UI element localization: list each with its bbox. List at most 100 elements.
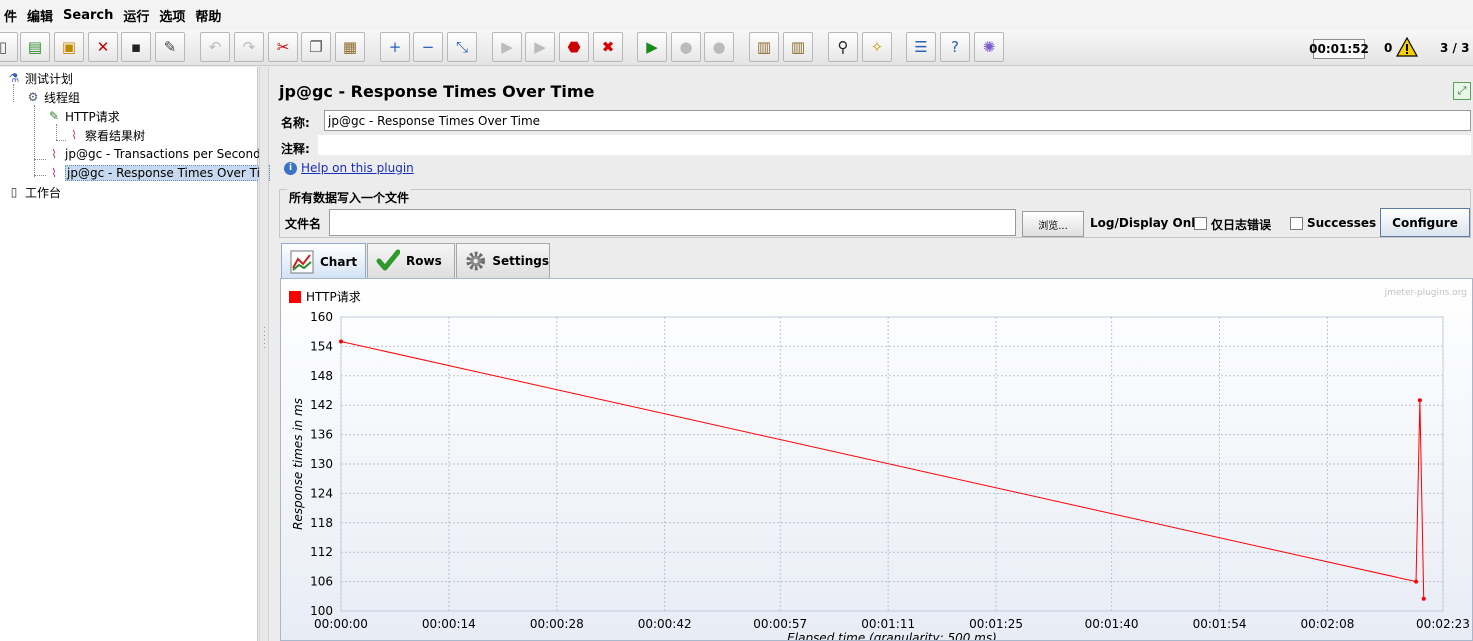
graph-icon: ⌇	[51, 147, 57, 161]
graph-icon: ⌇	[71, 128, 77, 142]
browse-button[interactable]: 浏览...	[1022, 211, 1084, 237]
legend-swatch	[289, 291, 301, 303]
clear-all-icon[interactable]: ▥	[783, 32, 813, 62]
legend-label: HTTP请求	[306, 290, 361, 304]
x-tick-label: 00:00:42	[638, 617, 692, 631]
gear-icon	[466, 251, 486, 271]
plugins-manager-icon[interactable]: ✺	[974, 32, 1004, 62]
tab-rows[interactable]: Rows	[367, 243, 455, 278]
tree-item-view-results-tree[interactable]: ⌇ 察看结果树	[66, 126, 145, 144]
chart-svg: 100 106 112 118 124 130 136 142 148 154 160 00:00:0…	[289, 288, 1470, 641]
remote-shutdown-icon[interactable]: ●	[704, 32, 734, 62]
menu-search[interactable]: Search	[57, 8, 119, 23]
y-tick-label: 106	[310, 575, 333, 589]
tree-item-label: 线程组	[44, 90, 81, 105]
warning-icon[interactable]	[1396, 37, 1418, 57]
close-icon[interactable]: ✕	[88, 32, 118, 62]
clear-icon[interactable]: ▥	[749, 32, 779, 62]
copy-icon[interactable]: ❐	[301, 32, 331, 62]
x-tick-label: 00:02:08	[1300, 617, 1354, 631]
filename-input[interactable]	[329, 209, 1016, 236]
redo-icon[interactable]: ↷	[234, 32, 264, 62]
tree-item-workbench[interactable]: ▯ 工作台	[6, 183, 61, 201]
menu-edit[interactable]: 编辑	[21, 6, 59, 25]
filename-label: 文件名	[285, 217, 322, 231]
start-no-pause-icon[interactable]: ▶	[525, 32, 555, 62]
tab-settings[interactable]: Settings	[456, 243, 550, 278]
comment-input[interactable]	[318, 135, 1471, 155]
tab-label: Settings	[492, 254, 549, 268]
templates-icon[interactable]: ▤	[20, 32, 50, 62]
menu-run[interactable]: 运行	[117, 6, 155, 25]
tree-item-test-plan[interactable]: ⚗ 测试计划	[6, 69, 73, 87]
menu-options[interactable]: 选项	[153, 6, 191, 25]
elapsed-timer: 00:01:52	[1309, 39, 1369, 59]
remote-stop-icon[interactable]: ●	[671, 32, 701, 62]
collapse-icon[interactable]: −	[413, 32, 443, 62]
data-point	[1414, 579, 1419, 584]
x-tick-label: 00:00:57	[753, 617, 807, 631]
x-tick-label: 00:01:11	[861, 617, 915, 631]
start-icon[interactable]: ▶	[492, 32, 522, 62]
errors-only-checkbox[interactable]	[1194, 217, 1207, 230]
new-icon[interactable]: ▯	[0, 32, 18, 62]
tree-item-label: jp@gc - Transactions per Second	[65, 147, 261, 161]
undo-icon[interactable]: ↶	[200, 32, 230, 62]
tree-item-response-times-over-time[interactable]: ⌇ jp@gc - Response Times Over Tin	[46, 164, 270, 182]
tab-chart[interactable]: Chart	[281, 243, 366, 279]
errors-only-label: 仅日志错误	[1211, 218, 1272, 232]
tree-item-label: jp@gc - Response Times Over Tin	[65, 165, 270, 181]
flask-icon: ⚗	[8, 71, 20, 85]
data-point	[1417, 398, 1422, 403]
configure-button[interactable]: Configure	[1380, 208, 1470, 237]
x-tick-label: 00:01:25	[969, 617, 1023, 631]
page-title: jp@gc - Response Times Over Time	[279, 82, 595, 101]
x-tick-label: 00:00:28	[530, 617, 584, 631]
function-helper-icon[interactable]: ☰	[906, 32, 936, 62]
menu-file[interactable]: 件	[0, 6, 23, 25]
response-times-chart: 100 106 112 118 124 130 136 142 148 154 160 00:00:0…	[280, 278, 1473, 641]
y-tick-label: 112	[310, 545, 333, 559]
comment-row: 注释:	[278, 135, 1471, 156]
data-point	[1421, 596, 1426, 601]
tree-item-transactions-per-second[interactable]: ⌇ jp@gc - Transactions per Second	[46, 145, 261, 163]
series-line	[340, 341, 1425, 599]
successes-checkbox[interactable]	[1290, 217, 1303, 230]
help-row: i Help on this plugin	[284, 161, 414, 175]
y-tick-label: 130	[310, 457, 333, 471]
help-link[interactable]: Help on this plugin	[301, 161, 414, 175]
maximize-icon[interactable]: ⤢	[1453, 82, 1471, 100]
error-count: 0	[1384, 41, 1393, 55]
y-tick-label: 136	[310, 428, 333, 442]
y-axis-label: Response times in ms	[291, 398, 305, 530]
x-tick-label: 00:00:14	[422, 617, 476, 631]
chart-icon	[290, 250, 314, 273]
toggle-icon[interactable]: ⤡	[447, 32, 477, 62]
test-plan-tree: ⚗ 测试计划 ⚙ 线程组 ✎ HTTP请求 ⌇ 察看结果树 ⌇ jp@gc - …	[0, 67, 270, 641]
file-section-title: 所有数据写入一个文件	[287, 189, 412, 206]
shutdown-icon[interactable]: ✖	[593, 32, 623, 62]
remote-start-icon[interactable]: ▶	[637, 32, 667, 62]
tree-item-http-request[interactable]: ✎ HTTP请求	[46, 107, 120, 125]
split-pane-divider[interactable]	[259, 67, 269, 641]
help-icon[interactable]: ?	[940, 32, 970, 62]
y-tick-label: 124	[310, 486, 333, 500]
tree-item-label: 工作台	[25, 185, 62, 200]
reset-search-icon[interactable]: ✧	[862, 32, 892, 62]
expand-icon[interactable]: +	[380, 32, 410, 62]
x-tick-label: 00:00:00	[314, 617, 368, 631]
search-icon[interactable]: ⚲	[828, 32, 858, 62]
name-input[interactable]	[324, 110, 1471, 131]
data-point	[339, 339, 343, 344]
graph-icon: ⌇	[51, 166, 57, 180]
save-icon[interactable]: ▪	[121, 32, 151, 62]
menu-help[interactable]: 帮助	[189, 6, 227, 25]
tree-item-thread-group[interactable]: ⚙ 线程组	[25, 88, 80, 106]
tree-item-label: 测试计划	[25, 71, 74, 86]
save-as-icon[interactable]: ✎	[155, 32, 185, 62]
x-axis-label: Elapsed time (granularity: 500 ms)	[787, 631, 997, 641]
cut-icon[interactable]: ✂	[268, 32, 298, 62]
open-icon[interactable]: ▣	[54, 32, 84, 62]
stop-icon[interactable]: ⬣	[559, 32, 589, 62]
paste-icon[interactable]: ▦	[335, 32, 365, 62]
